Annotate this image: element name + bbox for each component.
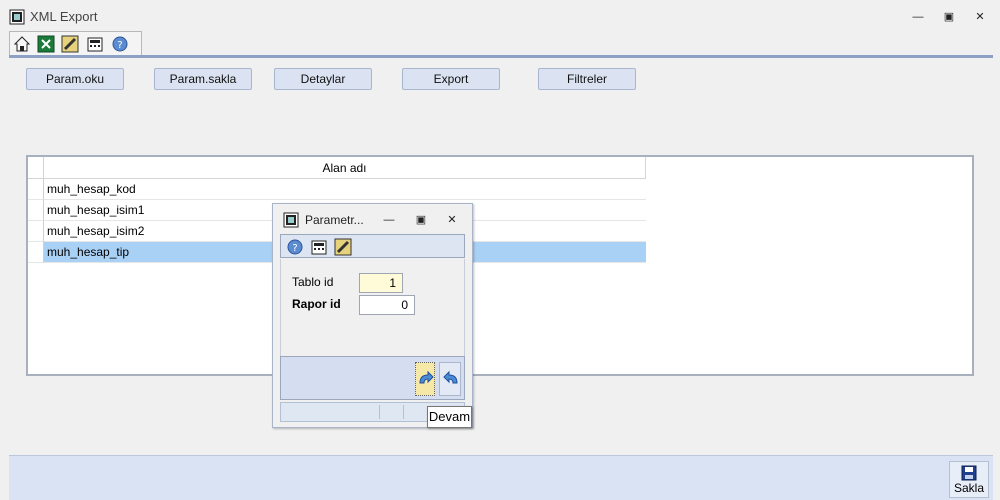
calculator-icon[interactable] [310,238,328,256]
minimize-button[interactable]: — [911,10,925,24]
grid-corner [28,157,44,179]
dialog-title: Parametr... [305,213,364,227]
dialog-form: Tablo id 1 Rapor id 0 [280,259,465,356]
dialog-button-bar [280,356,465,400]
status-divider [379,405,380,419]
rapor-id-label: Rapor id [292,297,341,311]
devam-tooltip: Devam [427,406,472,428]
tablo-id-input[interactable]: 1 [359,273,403,293]
home-icon[interactable] [13,35,31,53]
export-button[interactable]: Export [402,68,500,90]
edit-icon[interactable] [61,35,79,53]
close-button[interactable]: ✕ [973,10,987,24]
table-row[interactable]: muh_hesap_kod [44,179,646,200]
dialog-toolbar: ? [280,234,465,258]
parameters-dialog: Parametr... — ▣ ✕ ? Tablo id 1 Rapor id … [272,203,473,428]
help-icon[interactable]: ? [111,35,129,53]
row-indicator[interactable] [28,200,44,221]
window-title: XML Export [30,9,98,24]
restore-button[interactable]: ▣ [942,10,956,24]
title-bar: XML Export — ▣ ✕ [0,0,1000,32]
row-indicator[interactable] [28,221,44,242]
continue-arrow-icon[interactable] [415,362,435,396]
dialog-restore-button[interactable]: ▣ [414,213,428,227]
app-film-icon [9,9,25,25]
undo-arrow-icon[interactable] [439,362,461,396]
edit-icon[interactable] [334,238,352,256]
tablo-id-label: Tablo id [292,275,334,289]
filtreler-button[interactable]: Filtreler [538,68,636,90]
save-label: Sakla [953,481,985,495]
floppy-disk-icon [961,465,977,481]
row-indicator[interactable] [28,179,44,200]
help-icon[interactable]: ? [286,238,304,256]
field-grid[interactable]: Alan adı muh_hesap_kod muh_hesap_isim1 m… [26,155,974,376]
svg-text:?: ? [292,243,297,254]
save-button[interactable]: Sakla [949,461,989,498]
param-oku-button[interactable]: Param.oku [26,68,124,90]
detaylar-button[interactable]: Detaylar [274,68,372,90]
bottom-bar [9,455,993,500]
main-toolbar: ? [9,31,142,56]
calculator-icon[interactable] [86,35,104,53]
status-divider [403,405,404,419]
row-indicator[interactable] [28,242,44,263]
param-sakla-button[interactable]: Param.sakla [154,68,252,90]
svg-text:?: ? [117,40,122,51]
dialog-close-button[interactable]: ✕ [445,213,459,227]
rapor-id-input[interactable]: 0 [359,295,415,315]
dialog-film-icon [283,212,299,228]
dialog-minimize-button[interactable]: — [382,213,396,227]
column-header-alan-adi[interactable]: Alan adı [44,157,646,179]
excel-icon[interactable] [37,35,55,53]
